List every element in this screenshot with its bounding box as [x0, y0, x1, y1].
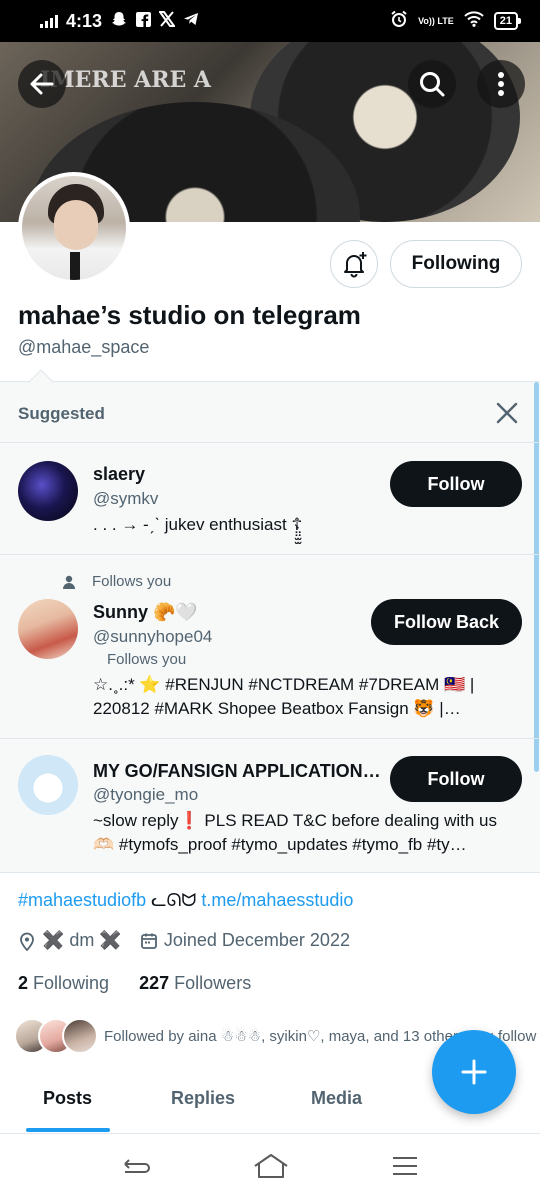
user-avatar[interactable] — [18, 599, 78, 659]
user-avatar[interactable] — [18, 461, 78, 521]
mutual-avatar — [62, 1018, 98, 1054]
following-count: 2 — [18, 973, 29, 993]
signal-icon — [40, 14, 58, 28]
location-icon — [20, 932, 34, 951]
user-name: MY GO/FANSIGN APPLICATION… — [93, 761, 381, 781]
arrow-left-icon — [30, 73, 54, 95]
user-name: Sunny 🥐🤍 — [93, 602, 198, 622]
following-button[interactable]: Following — [390, 240, 522, 288]
hashtag-link[interactable]: #mahaestudiofb — [18, 890, 146, 910]
telegram-icon — [183, 11, 199, 32]
follow-back-button[interactable]: Follow Back — [371, 599, 522, 645]
back-nav-icon[interactable] — [121, 1154, 151, 1183]
wifi-icon — [464, 10, 484, 32]
suggested-panel: Suggested slaery @symkv . . . → -ˏˋ juke… — [0, 369, 540, 874]
telegram-link[interactable]: t.me/mahaesstudio — [201, 890, 353, 910]
compose-button[interactable] — [432, 1030, 516, 1114]
followers-count-link[interactable]: 227 Followers — [139, 973, 251, 993]
tab-replies[interactable]: Replies — [171, 1088, 235, 1109]
joined-date: Joined December 2022 — [163, 930, 350, 950]
facebook-icon — [136, 11, 152, 31]
status-left: 4:13 — [40, 10, 199, 33]
home-nav-icon[interactable] — [253, 1153, 289, 1184]
system-navigation-bar — [0, 1136, 540, 1200]
calendar-icon — [140, 933, 157, 949]
more-vertical-icon — [498, 72, 504, 96]
close-icon — [496, 402, 518, 424]
clock: 4:13 — [66, 10, 103, 31]
suggested-user-card[interactable]: MY GO/FANSIGN APPLICATION… @tyongie_mo ~… — [0, 738, 540, 874]
user-bio: . . . → -ˏˋ jukev enthusiast ☦̤̤̫̫ — [93, 515, 303, 534]
follow-counts: 2 Following 227 Followers — [18, 973, 251, 994]
profile-bio: #mahaestudiofb ᓚᘏᗢ t.me/mahaesstudio — [18, 890, 353, 911]
active-tab-indicator — [26, 1128, 110, 1132]
profile-handle: @mahae_space — [18, 337, 150, 357]
follows-you-badge: Follows you — [107, 651, 187, 668]
follows-you-row: Follows you — [62, 573, 171, 590]
alarm-icon — [390, 10, 408, 33]
search-button[interactable] — [408, 60, 456, 108]
suggested-user-card[interactable]: slaery @symkv . . . → -ˏˋ jukev enthusia… — [0, 442, 540, 554]
suggested-user-card[interactable]: Follows you Sunny 🥐🤍 @sunnyhope04 Follow… — [0, 554, 540, 738]
volte-indicator: Vo)) LTE — [418, 15, 454, 26]
following-count-link[interactable]: 2 Following — [18, 973, 109, 993]
snapchat-icon — [110, 10, 128, 33]
tab-posts[interactable]: Posts — [43, 1088, 92, 1109]
followers-count: 227 — [139, 973, 170, 993]
bio-separator: ᓚᘏᗢ — [151, 890, 197, 910]
back-button[interactable] — [18, 60, 66, 108]
person-icon — [63, 575, 75, 589]
follow-button[interactable]: Follow — [390, 756, 522, 802]
notifications-button[interactable] — [330, 240, 378, 288]
user-name: slaery — [93, 464, 146, 484]
status-bar: 4:13 Vo)) LTE 21 — [0, 0, 540, 42]
user-bio: ☆.˳.:* ⭐ #RENJUN #NCTDREAM #7DREAM 🇲🇾 | … — [93, 675, 475, 718]
status-right: Vo)) LTE 21 — [390, 10, 522, 33]
profile-meta: ✖️ dm ✖️ Joined December 2022 — [18, 930, 350, 951]
follows-you-label: Follows you — [92, 573, 172, 590]
user-bio: ~slow reply❗ PLS READ T&C before dealing… — [93, 811, 498, 854]
battery-icon: 21 — [493, 12, 522, 30]
plus-icon — [461, 1059, 487, 1085]
user-handle: @sunnyhope04 — [93, 627, 213, 646]
profile-avatar[interactable] — [18, 172, 130, 284]
following-label: Following — [33, 973, 110, 993]
bell-plus-icon — [344, 252, 367, 278]
display-name: mahae’s studio on telegram — [18, 300, 361, 330]
suggested-title: Suggested — [18, 404, 105, 423]
search-icon — [420, 72, 445, 97]
recents-nav-icon[interactable] — [391, 1155, 419, 1182]
location-text: ✖️ dm ✖️ — [42, 930, 122, 950]
x-icon — [158, 10, 176, 32]
user-avatar[interactable] — [18, 755, 78, 815]
user-handle: @symkv — [93, 489, 159, 508]
dismiss-suggested-button[interactable] — [492, 398, 522, 428]
more-options-button[interactable] — [477, 60, 525, 108]
followers-label: Followers — [174, 973, 252, 993]
tab-media[interactable]: Media — [311, 1088, 362, 1109]
user-handle: @tyongie_mo — [93, 785, 199, 804]
follow-button[interactable]: Follow — [390, 461, 522, 507]
